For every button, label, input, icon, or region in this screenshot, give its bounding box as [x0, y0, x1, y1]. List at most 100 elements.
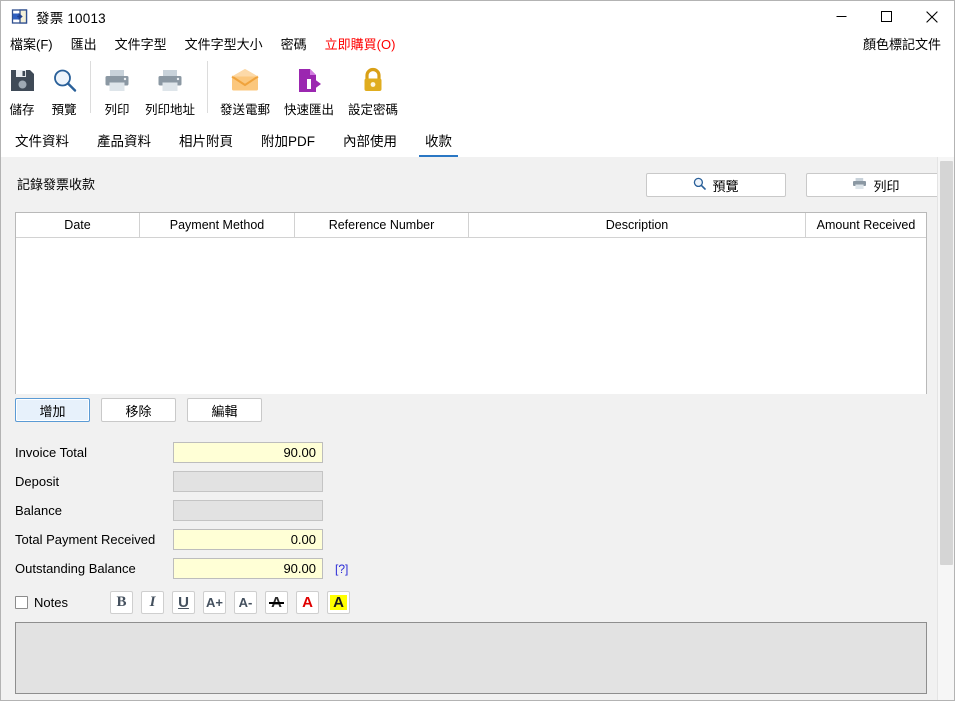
- menu-password[interactable]: 密碼: [272, 32, 316, 55]
- totals-form: Invoice Total 90.00 Deposit Balance Tota…: [15, 438, 375, 583]
- preview-payments-button[interactable]: 預覽: [646, 173, 786, 197]
- tab-payments[interactable]: 收款: [411, 123, 466, 157]
- toolbar-quick-export-label: 快速匯出: [284, 103, 335, 117]
- underline-icon: U: [178, 593, 189, 611]
- toolbar-set-password-label: 設定密碼: [348, 103, 399, 117]
- column-header-reference-number[interactable]: Reference Number: [295, 213, 469, 237]
- menu-document-font-size[interactable]: 文件字型大小: [176, 32, 272, 55]
- column-header-amount-received[interactable]: Amount Received: [806, 213, 926, 237]
- font-color-button[interactable]: A: [296, 590, 319, 614]
- notes-checkbox[interactable]: [15, 595, 28, 609]
- outstanding-balance-help-link[interactable]: [?]: [335, 562, 348, 576]
- decrease-font-size-button[interactable]: A-: [234, 590, 257, 614]
- column-header-payment-method[interactable]: Payment Method: [140, 213, 295, 237]
- tab-internal-use[interactable]: 內部使用: [329, 123, 411, 157]
- main-toolbar: 儲存 預覽 列印 列印地址 發送電郵 快速匯出 設定密碼: [1, 55, 954, 123]
- label-balance: Balance: [15, 503, 62, 518]
- field-balance: [173, 500, 323, 521]
- field-deposit: [173, 471, 323, 492]
- close-button[interactable]: [909, 1, 954, 32]
- invoice-window: 發票 10013 檔案(F) 匯出 文件字型 文件字型大小 密碼 立即購買(O)…: [0, 0, 955, 701]
- section-title: 記錄發票收款: [17, 177, 96, 192]
- window-controls: [819, 1, 954, 32]
- increase-font-size-button[interactable]: A+: [203, 590, 226, 614]
- add-payment-button[interactable]: 增加: [15, 398, 90, 422]
- menu-export[interactable]: 匯出: [62, 32, 106, 55]
- column-header-date[interactable]: Date: [16, 213, 140, 237]
- remove-payment-button[interactable]: 移除: [101, 398, 176, 422]
- toolbar-preview-label: 預覽: [51, 103, 77, 117]
- toolbar-print-address-button[interactable]: 列印地址: [138, 59, 202, 119]
- row-outstanding-balance: Outstanding Balance 90.00 [?]: [15, 554, 375, 583]
- print-payments-button[interactable]: 列印: [806, 173, 946, 197]
- save-floppy-icon: [9, 63, 36, 97]
- vertical-scrollbar-thumb[interactable]: [940, 161, 953, 565]
- toolbar-print-button[interactable]: 列印: [96, 59, 138, 119]
- set-password-lock-icon: [360, 63, 386, 97]
- invoice-window-icon: [11, 8, 28, 25]
- payment-action-buttons: 增加 移除 編輯: [15, 398, 262, 422]
- highlight-color-button[interactable]: A: [327, 590, 350, 614]
- menu-document-font[interactable]: 文件字型: [106, 32, 176, 55]
- vertical-scrollbar[interactable]: [937, 157, 954, 700]
- tab-photo-attachment[interactable]: 相片附頁: [165, 123, 247, 157]
- toolbar-send-email-button[interactable]: 發送電郵: [213, 59, 277, 119]
- preview-payments-label: 預覽: [712, 178, 739, 194]
- label-deposit: Deposit: [15, 474, 60, 489]
- window-title: 發票 10013: [36, 10, 106, 26]
- increase-font-size-icon: A+: [206, 594, 223, 610]
- edit-payment-button[interactable]: 編輯: [187, 398, 262, 422]
- toolbar-set-password-button[interactable]: 設定密碼: [341, 59, 405, 119]
- menu-bar-right: 顏色標記文件: [854, 32, 950, 55]
- preview-magnifier-small-icon: [693, 177, 707, 193]
- toolbar-preview-button[interactable]: 預覽: [43, 59, 85, 119]
- row-deposit: Deposit: [15, 467, 375, 496]
- print-payments-label: 列印: [873, 178, 900, 194]
- title-bar: 發票 10013: [1, 1, 954, 32]
- send-email-envelope-icon: [230, 63, 260, 97]
- menu-color-mark-document[interactable]: 顏色標記文件: [854, 32, 950, 55]
- strikethrough-button[interactable]: A: [265, 590, 288, 614]
- label-outstanding-balance: Outstanding Balance: [15, 561, 136, 576]
- notes-textarea[interactable]: [15, 622, 927, 694]
- toolbar-send-email-label: 發送電郵: [220, 103, 271, 117]
- tab-document-data[interactable]: 文件資料: [1, 123, 83, 157]
- toolbar-save-label: 儲存: [9, 103, 35, 117]
- payments-table-body[interactable]: [16, 238, 926, 394]
- bold-button[interactable]: B: [110, 590, 133, 614]
- menu-file[interactable]: 檔案(F): [1, 32, 62, 55]
- notes-label: Notes: [34, 594, 68, 610]
- menu-buy-now[interactable]: 立即購買(O): [316, 32, 405, 55]
- notes-checkbox-wrapper[interactable]: Notes: [15, 595, 110, 610]
- toolbar-quick-export-button[interactable]: 快速匯出: [277, 59, 341, 119]
- column-header-description[interactable]: Description: [469, 213, 806, 237]
- tab-attach-pdf[interactable]: 附加PDF: [247, 123, 329, 157]
- strikethrough-icon: A: [269, 593, 284, 611]
- payments-panel: 記錄發票收款 Date Payment Method Reference Num…: [1, 157, 937, 700]
- field-total-payment-received[interactable]: 0.00: [173, 529, 323, 550]
- italic-button[interactable]: I: [141, 590, 164, 614]
- label-invoice-total: Invoice Total: [15, 445, 88, 460]
- underline-button[interactable]: U: [172, 590, 195, 614]
- maximize-button[interactable]: [864, 1, 909, 32]
- quick-export-document-icon: [295, 63, 323, 97]
- highlight-color-icon: A: [330, 594, 347, 610]
- field-outstanding-balance[interactable]: 90.00: [173, 558, 323, 579]
- toolbar-save-button[interactable]: 儲存: [1, 59, 43, 119]
- font-color-icon: A: [302, 593, 313, 611]
- field-invoice-total[interactable]: 90.00: [173, 442, 323, 463]
- row-total-payment-received: Total Payment Received 0.00: [15, 525, 375, 554]
- tab-bar: 文件資料 產品資料 相片附頁 附加PDF 內部使用 收款: [1, 123, 954, 158]
- print-address-printer-icon: [156, 63, 184, 97]
- payments-table: Date Payment Method Reference Number Des…: [15, 212, 927, 394]
- toolbar-print-label: 列印: [104, 103, 130, 117]
- bold-icon: B: [116, 593, 127, 610]
- print-printer-icon: [103, 63, 131, 97]
- payments-table-header: Date Payment Method Reference Number Des…: [16, 213, 926, 238]
- preview-magnifier-icon: [51, 63, 78, 97]
- toolbar-print-address-label: 列印地址: [145, 103, 196, 117]
- toolbar-separator-2: [207, 61, 209, 113]
- decrease-font-size-icon: A-: [238, 594, 253, 610]
- tab-product-data[interactable]: 產品資料: [83, 123, 165, 157]
- minimize-button[interactable]: [819, 1, 864, 32]
